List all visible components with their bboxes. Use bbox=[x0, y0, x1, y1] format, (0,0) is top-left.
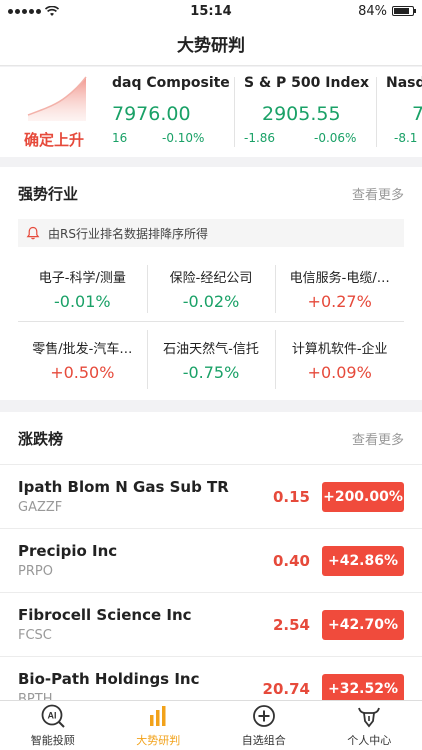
stock-name: Fibrocell Science Inc bbox=[18, 606, 192, 624]
industry-grid: 电子-科学/测量 -0.01% 保险-经纪公司 -0.02% 电信服务-电缆/…… bbox=[18, 257, 404, 397]
industry-cell[interactable]: 电子-科学/测量 -0.01% bbox=[18, 257, 147, 321]
industry-cell[interactable]: 计算机软件-企业 +0.09% bbox=[275, 321, 404, 397]
section-title: 强势行业 bbox=[18, 184, 79, 203]
bell-icon bbox=[26, 226, 40, 240]
mover-row[interactable]: Fibrocell Science Inc FCSC 2.54 +42.70% bbox=[0, 592, 422, 656]
battery-percent: 84% bbox=[358, 3, 387, 19]
stock-name: Ipath Blom N Gas Sub TR bbox=[18, 478, 229, 496]
stock-price: 0.40 bbox=[272, 551, 310, 570]
industry-cell[interactable]: 石油天然气-信托 -0.75% bbox=[146, 321, 276, 397]
index-percent: -0.10% bbox=[162, 131, 205, 145]
bar-chart-icon bbox=[150, 706, 166, 726]
mover-row[interactable]: Bio-Path Holdings Inc BPTH 20.74 +32.52% bbox=[0, 656, 422, 700]
trend-card[interactable]: 确定上升 bbox=[14, 75, 106, 151]
tab-label: 智能投顾 bbox=[30, 734, 75, 747]
bull-icon bbox=[358, 707, 381, 728]
ai-icon: AI bbox=[41, 704, 65, 728]
view-more-link[interactable]: 查看更多 bbox=[352, 429, 404, 448]
change-badge: +42.70% bbox=[322, 609, 404, 640]
industry-change: +0.50% bbox=[50, 362, 115, 382]
section-title: 涨跌榜 bbox=[18, 429, 64, 448]
change-badge: +200.00% bbox=[322, 481, 404, 512]
index-sp500[interactable]: S & P 500 Index 2905.55 -1.86 -0.06% bbox=[240, 67, 370, 157]
industry-change: -0.75% bbox=[182, 362, 240, 382]
stock-name: Bio-Path Holdings Inc bbox=[18, 670, 200, 688]
ranking-notice: 由RS行业排名数据排降序所得 bbox=[18, 219, 404, 247]
index-name: Nasd bbox=[386, 75, 422, 91]
industry-name: 石油天然气-信托 bbox=[163, 341, 259, 357]
index-nasdaq-composite[interactable]: daq Composite 7976.00 16 -0.10% bbox=[112, 67, 230, 157]
industry-cell[interactable]: 电信服务-电缆/… +0.27% bbox=[275, 257, 404, 321]
tab-label: 自选组合 bbox=[241, 734, 286, 747]
plus-circle-icon bbox=[252, 705, 275, 727]
stock-code: FCSC bbox=[18, 628, 52, 643]
wifi-icon bbox=[45, 5, 59, 16]
industry-cell[interactable]: 保险-经纪公司 -0.02% bbox=[146, 257, 276, 321]
stock-price: 20.74 bbox=[262, 679, 310, 698]
nav-bar: 大势研判 bbox=[0, 22, 422, 66]
trend-label: 确定上升 bbox=[24, 131, 85, 149]
movers-section: 涨跌榜 查看更多 Ipath Blom N Gas Sub TR GAZZF 0… bbox=[0, 412, 422, 700]
view-more-link[interactable]: 查看更多 bbox=[352, 184, 404, 203]
industry-change: +0.09% bbox=[307, 362, 372, 382]
battery-icon bbox=[392, 6, 416, 16]
section-header: 强势行业 查看更多 bbox=[0, 167, 422, 219]
mover-row[interactable]: Ipath Blom N Gas Sub TR GAZZF 0.15 +200.… bbox=[0, 464, 422, 528]
section-header: 涨跌榜 查看更多 bbox=[0, 412, 422, 464]
market-index-strip[interactable]: 确定上升 daq Composite 7976.00 16 -0.10% S &… bbox=[0, 67, 422, 157]
change-badge: +42.86% bbox=[322, 545, 404, 576]
stock-code: PRPO bbox=[18, 564, 53, 579]
mover-row[interactable]: Precipio Inc PRPO 0.40 +42.86% bbox=[0, 528, 422, 592]
stock-code: GAZZF bbox=[18, 500, 63, 515]
status-bar: 15:14 84% bbox=[0, 0, 422, 22]
stock-code: BPTH bbox=[18, 692, 53, 700]
tab-label: 个人中心 bbox=[347, 734, 392, 747]
index-value: 2905.55 bbox=[262, 103, 341, 125]
svg-text:AI: AI bbox=[47, 711, 56, 721]
industry-name: 零售/批发-汽车… bbox=[32, 341, 133, 357]
notice-text: 由RS行业排名数据排降序所得 bbox=[48, 226, 208, 241]
index-name: S & P 500 Index bbox=[244, 75, 369, 91]
industry-change: +0.27% bbox=[307, 292, 372, 311]
signal-icon bbox=[8, 8, 41, 14]
signal-area bbox=[8, 5, 59, 17]
tab-bar: AI 智能投顾 大势研判 自选组合 个人中心 bbox=[0, 700, 422, 750]
tab-label: 大势研判 bbox=[136, 734, 181, 747]
tab-watchlist[interactable]: 自选组合 bbox=[211, 701, 317, 750]
index-nasdaq[interactable]: Nasd 7 -8.1 bbox=[386, 67, 422, 157]
index-change: 16 bbox=[112, 131, 128, 145]
index-value: 7 bbox=[412, 103, 422, 125]
tab-smart-advisor[interactable]: AI 智能投顾 bbox=[0, 701, 106, 750]
index-change: -8.1 bbox=[394, 131, 418, 145]
index-percent: -0.06% bbox=[314, 131, 357, 145]
tab-profile[interactable]: 个人中心 bbox=[317, 701, 422, 750]
industry-name: 计算机软件-企业 bbox=[291, 341, 388, 357]
tab-market-trend[interactable]: 大势研判 bbox=[106, 701, 212, 750]
divider bbox=[376, 77, 377, 147]
industry-change: -0.02% bbox=[182, 292, 240, 311]
industry-name: 电信服务-电缆/… bbox=[289, 271, 390, 286]
page-title: 大势研判 bbox=[177, 36, 245, 56]
industry-name: 保险-经纪公司 bbox=[169, 271, 253, 286]
index-change: -1.86 bbox=[244, 131, 276, 145]
strong-industry-section: 强势行业 查看更多 由RS行业排名数据排降序所得 电子-科学/测量 -0.01%… bbox=[0, 167, 422, 400]
trend-chart-icon bbox=[27, 76, 87, 121]
stock-price: 2.54 bbox=[272, 615, 310, 634]
stock-price: 0.15 bbox=[272, 487, 310, 506]
industry-name: 电子-科学/测量 bbox=[38, 271, 126, 286]
index-value: 7976.00 bbox=[112, 103, 191, 125]
index-name: daq Composite bbox=[112, 75, 230, 91]
divider bbox=[234, 77, 235, 147]
industry-change: -0.01% bbox=[54, 292, 111, 311]
change-badge: +32.52% bbox=[322, 673, 404, 700]
industry-cell[interactable]: 零售/批发-汽车… +0.50% bbox=[18, 321, 147, 397]
stock-name: Precipio Inc bbox=[18, 542, 118, 560]
